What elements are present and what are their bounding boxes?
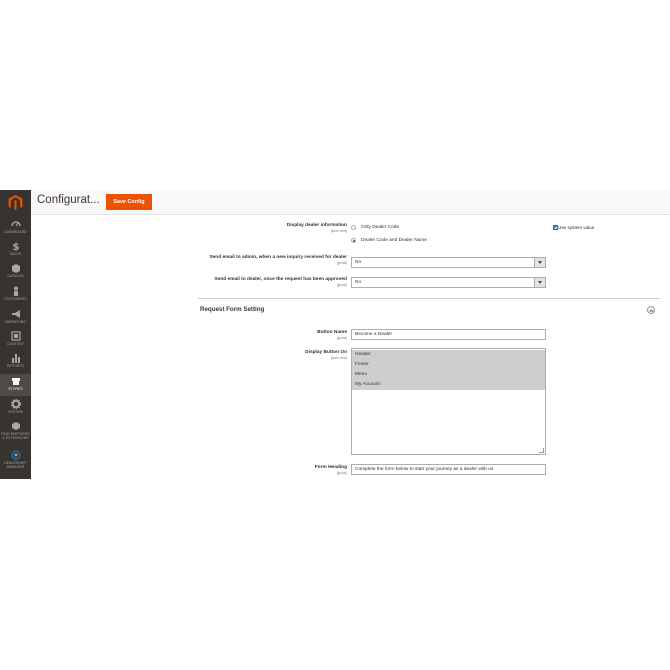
dropdown-button[interactable] — [534, 258, 545, 267]
sidebar-item-customers[interactable]: CUSTOMERS — [0, 284, 31, 306]
sidebar-item-catalog[interactable]: CATALOG — [0, 261, 31, 283]
sidebar-item-label: CATALOG — [7, 274, 24, 278]
scope-label: [global] — [336, 470, 347, 475]
radio-only-dealer-code[interactable] — [351, 225, 356, 230]
radio-dealer-code-and-name[interactable] — [351, 238, 356, 243]
multiselect-option[interactable]: Header — [352, 350, 545, 360]
sidebar-item-label: SYSTEM — [8, 410, 23, 414]
sidebar-item-dealership-manager[interactable]: DEALERSHIP MANAGER — [0, 448, 31, 476]
select-value: No — [355, 260, 362, 265]
content-icon — [10, 331, 21, 341]
scope-label: [store view] — [330, 228, 347, 233]
radio-option-label: Dealer Code and Dealer Name — [361, 238, 427, 243]
save-config-button[interactable]: Save Config — [106, 194, 152, 210]
extensions-icon — [11, 422, 20, 430]
send-email-dealer-label: Send email to dealer, once the request h… — [195, 277, 348, 287]
sidebar-item-extensions[interactable]: FIND PARTNERS & EXTENSIONS — [0, 419, 31, 446]
sidebar-item-label: CONTENT — [6, 342, 25, 346]
svg-text:$: $ — [12, 242, 19, 251]
megaphone-icon — [11, 310, 20, 318]
button-name-input[interactable]: Become a Dealer — [351, 329, 546, 340]
radio-option-label: Only Dealer Code — [361, 225, 400, 230]
sidebar-item-label: DEALERSHIP MANAGER — [4, 461, 27, 469]
chevron-down-icon — [538, 261, 542, 264]
form-heading-input[interactable]: Complete the form below to start your jo… — [351, 464, 546, 475]
scope-label: [global] — [336, 282, 347, 287]
collapse-icon[interactable] — [647, 306, 655, 314]
bar-chart-icon — [11, 354, 20, 363]
magento-logo-icon[interactable] — [7, 194, 24, 211]
sidebar-item-label: FIND PARTNERS & EXTENSIONS — [1, 432, 30, 440]
resize-handle[interactable] — [539, 448, 544, 453]
person-icon — [13, 286, 18, 296]
display-button-on-label: Display Button On [store view] — [250, 350, 347, 360]
display-button-on-multiselect[interactable]: Header Footer Menu My Account — [351, 348, 546, 455]
sidebar-item-dashboard[interactable]: DASHBOARD — [0, 217, 31, 239]
page-title: Configurat... — [37, 194, 100, 206]
box-icon — [11, 264, 20, 273]
form-heading-label: Form Heading [global] — [250, 465, 347, 475]
send-email-admin-select[interactable]: No — [351, 257, 546, 268]
display-dealer-info-label: Display dealer information [store view] — [230, 223, 347, 233]
sidebar-item-label: SALES — [9, 252, 22, 256]
dashboard-icon — [10, 221, 21, 227]
sidebar-item-label: REPORTS — [6, 364, 25, 368]
store-icon — [11, 378, 20, 385]
sidebar-item-system[interactable]: SYSTEM — [0, 397, 31, 419]
use-system-value-label: Use system value — [558, 225, 595, 230]
sidebar-item-label: DASHBOARD — [4, 230, 27, 234]
sidebar-item-stores[interactable]: STORES — [0, 374, 31, 396]
section-title[interactable]: Request Form Setting — [200, 306, 264, 313]
button-name-label: Button Name [global] — [250, 330, 347, 340]
select-value: No — [355, 280, 362, 285]
admin-sidebar: DASHBOARD $ SALES CATALOG CUSTOMERS MARK… — [0, 190, 31, 479]
sidebar-item-label: CUSTOMERS — [4, 297, 27, 301]
multiselect-option[interactable]: Footer — [352, 360, 545, 370]
sidebar-item-sales[interactable]: $ SALES — [0, 239, 31, 261]
scope-label: [global] — [336, 335, 347, 340]
sidebar-item-reports[interactable]: REPORTS — [0, 351, 31, 373]
admin-screen: DASHBOARD $ SALES CATALOG CUSTOMERS MARK… — [0, 190, 670, 479]
send-email-admin-label: Send email to admin, when a new inquiry … — [200, 255, 347, 265]
scope-label: [store view] — [330, 355, 347, 360]
sidebar-item-marketing[interactable]: MARKETING — [0, 307, 31, 329]
sidebar-item-label: MARKETING — [4, 320, 27, 324]
page-header: Configurat... Save Config — [31, 190, 670, 215]
dollar-icon: $ — [12, 242, 19, 251]
multiselect-option[interactable]: Menu — [352, 370, 545, 380]
section-divider — [198, 298, 660, 299]
gear-icon — [10, 399, 21, 409]
send-email-dealer-select[interactable]: No — [351, 277, 546, 288]
sidebar-item-content[interactable]: CONTENT — [0, 329, 31, 351]
sidebar-item-label: STORES — [8, 387, 23, 391]
multiselect-option[interactable]: My Account — [352, 380, 545, 390]
dealership-icon — [10, 450, 21, 460]
dropdown-button[interactable] — [534, 278, 545, 287]
scope-label: [global] — [336, 260, 347, 265]
chevron-down-icon — [538, 281, 542, 284]
